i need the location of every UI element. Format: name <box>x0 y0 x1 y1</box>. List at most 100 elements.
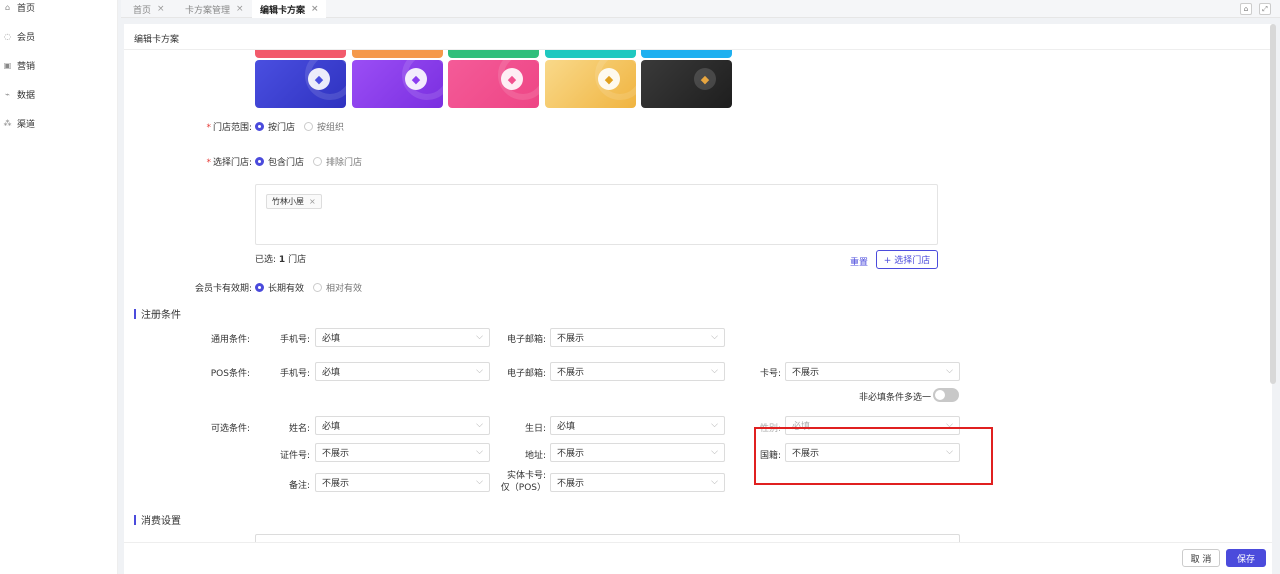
chevron-down-icon: ⌵ <box>476 477 483 487</box>
card-style-pink[interactable]: ◆ <box>448 60 539 108</box>
chevron-down-icon: ⌵ <box>476 366 483 376</box>
radio-include-store[interactable]: 包含门店 <box>255 155 304 168</box>
scrollbar[interactable] <box>1270 24 1276 384</box>
home-icon[interactable]: ⌂ <box>1240 3 1252 15</box>
save-button[interactable]: 保存 <box>1226 549 1266 567</box>
radio-dot <box>255 157 264 166</box>
choose-store-button[interactable]: + 选择门店 <box>876 250 938 269</box>
close-icon[interactable]: × <box>311 4 319 14</box>
store-scope-label: * 门店范围: <box>206 123 252 133</box>
general-condition-label: 通用条件: <box>210 335 250 345</box>
optional-condition-label: 可选条件: <box>210 424 250 434</box>
id-number-select[interactable]: 不展示 ⌵ <box>315 443 490 462</box>
tab-card-plan-manage[interactable]: 卡方案管理 × <box>185 0 253 18</box>
sidebar-item-home[interactable]: ⌂ 首页 <box>0 0 118 18</box>
card-style-gold[interactable]: ◆ <box>545 60 636 108</box>
close-icon[interactable]: × <box>157 4 165 14</box>
radio-by-organization[interactable]: 按组织 <box>304 120 344 133</box>
physical-card-select[interactable]: 不展示 ⌵ <box>550 473 725 492</box>
sidebar-item-member[interactable]: ◌ 会员 <box>0 25 118 47</box>
pos-phone-select[interactable]: 必填 ⌵ <box>315 362 490 381</box>
sidebar-item-label: 营销 <box>17 61 36 72</box>
reset-link[interactable]: 重置 <box>850 255 868 268</box>
email-label: 电子邮箱: <box>506 369 546 379</box>
pos-condition-label: POS条件: <box>210 369 250 379</box>
radio-dot <box>313 283 322 292</box>
tab-label: 首页 <box>133 5 152 16</box>
selected-stores-box[interactable]: 竹林小屋 × <box>255 184 938 245</box>
diamond-icon: ◆ <box>308 68 330 90</box>
tab-label: 卡方案管理 <box>185 5 231 16</box>
phone-label: 手机号: <box>279 335 310 345</box>
card-style-option[interactable] <box>352 50 443 58</box>
multi-select-toggle-label: 非必填条件多选一 <box>859 393 932 403</box>
remark-select[interactable]: 不展示 ⌵ <box>315 473 490 492</box>
sidebar-item-label: 渠道 <box>17 119 36 130</box>
chevron-down-icon: ⌵ <box>476 447 483 457</box>
sidebar-item-channel[interactable]: ⁂ 渠道 <box>0 112 118 134</box>
page-title: 编辑卡方案 <box>134 35 180 45</box>
section-register: 注册条件 <box>134 306 181 321</box>
chevron-down-icon: ⌵ <box>476 332 483 342</box>
card-style-option[interactable] <box>255 50 346 58</box>
radio-exclude-store[interactable]: 排除门店 <box>313 155 362 168</box>
chevron-down-icon: ⌵ <box>711 332 718 342</box>
address-label: 地址: <box>524 451 546 461</box>
chevron-down-icon: ⌵ <box>711 477 718 487</box>
general-phone-select[interactable]: 必填 ⌵ <box>315 328 490 347</box>
tab-bar: 首页 × 卡方案管理 × 编辑卡方案 × ⌂ ⤢ <box>121 0 1280 18</box>
address-select[interactable]: 不展示 ⌵ <box>550 443 725 462</box>
birthday-label: 生日: <box>524 424 546 434</box>
tab-edit-card-plan[interactable]: 编辑卡方案 × <box>252 0 326 18</box>
chart-icon: ⌁ <box>5 89 10 99</box>
sidebar-item-marketing[interactable]: ▣ 营销 <box>0 54 118 76</box>
store-select-label: * 选择门店: <box>206 158 252 168</box>
id-number-label: 证件号: <box>279 451 310 461</box>
channel-icon: ⁂ <box>3 118 12 128</box>
chevron-down-icon: ⌵ <box>711 366 718 376</box>
card-style-option[interactable] <box>641 50 732 58</box>
section-marker <box>134 514 136 525</box>
validity-label: 会员卡有效期: <box>194 284 252 294</box>
selected-count: 已选: 1 门店 <box>255 255 307 265</box>
card-style-blue[interactable]: ◆ <box>255 60 346 108</box>
pos-card-number-select[interactable]: 不展示 ⌵ <box>785 362 960 381</box>
multi-select-toggle[interactable] <box>933 388 959 402</box>
remark-label: 备注: <box>288 481 310 491</box>
radio-dot <box>313 157 322 166</box>
section-consume: 消费设置 <box>134 512 181 527</box>
diamond-icon: ◆ <box>598 68 620 90</box>
card-style-option[interactable] <box>545 50 636 58</box>
member-icon: ◌ <box>4 31 11 41</box>
physical-card-label: 实体卡号: 仅（POS） <box>500 471 546 493</box>
close-icon[interactable]: × <box>236 4 244 14</box>
diamond-icon: ◆ <box>694 68 716 90</box>
marketing-icon: ▣ <box>3 60 12 70</box>
close-icon[interactable]: × <box>309 197 316 206</box>
card-style-option[interactable] <box>448 50 539 58</box>
radio-dot <box>304 122 313 131</box>
fullscreen-icon[interactable]: ⤢ <box>1259 3 1271 15</box>
sidebar-item-data[interactable]: ⌁ 数据 <box>0 83 118 105</box>
chevron-down-icon: ⌵ <box>711 447 718 457</box>
radio-long-term[interactable]: 长期有效 <box>255 281 304 294</box>
radio-relative[interactable]: 相对有效 <box>313 281 362 294</box>
email-label: 电子邮箱: <box>506 335 546 345</box>
pos-email-select[interactable]: 不展示 ⌵ <box>550 362 725 381</box>
card-style-purple[interactable]: ◆ <box>352 60 443 108</box>
chevron-down-icon: ⌵ <box>711 420 718 430</box>
tab-home[interactable]: 首页 × <box>133 0 181 18</box>
home-icon: ⌂ <box>4 2 11 12</box>
phone-label: 手机号: <box>279 369 310 379</box>
birthday-select[interactable]: 必填 ⌵ <box>550 416 725 435</box>
diamond-icon: ◆ <box>405 68 427 90</box>
card-style-black[interactable]: ◆ <box>641 60 732 108</box>
radio-dot <box>255 283 264 292</box>
name-select[interactable]: 必填 ⌵ <box>315 416 490 435</box>
highlight-box <box>754 427 993 485</box>
radio-by-store[interactable]: 按门店 <box>255 120 295 133</box>
diamond-icon: ◆ <box>501 68 523 90</box>
cancel-button[interactable]: 取 消 <box>1182 549 1220 567</box>
general-email-select[interactable]: 不展示 ⌵ <box>550 328 725 347</box>
sidebar-item-label: 会员 <box>17 32 36 43</box>
